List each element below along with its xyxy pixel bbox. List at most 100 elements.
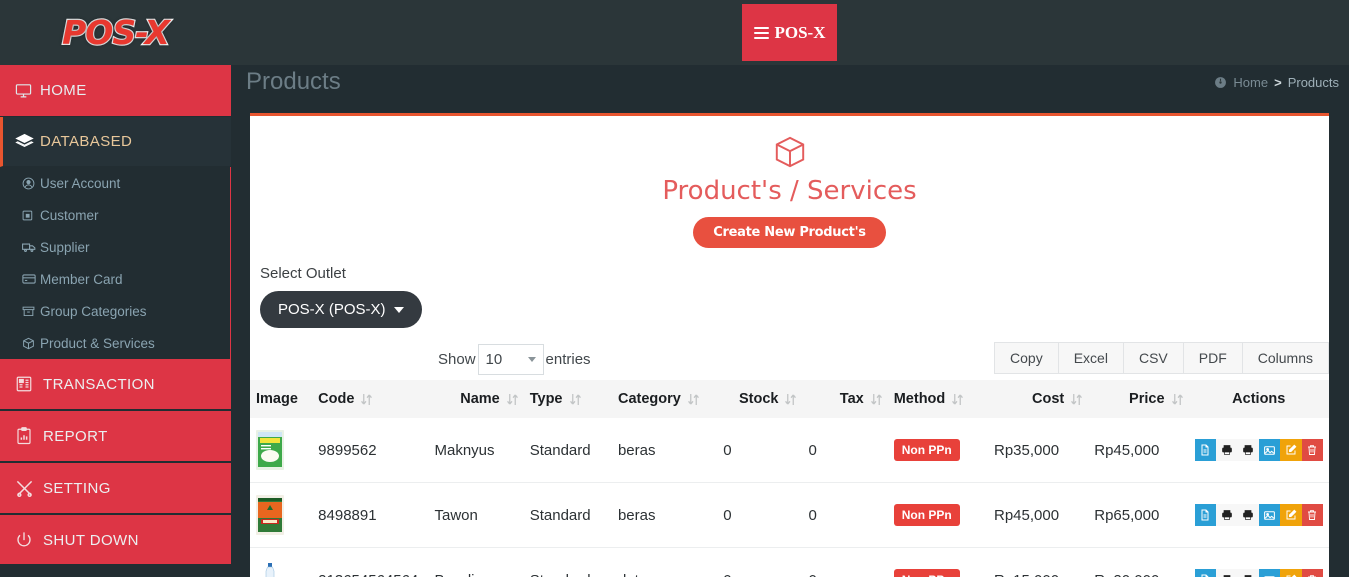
sidebar-item-member-card[interactable]: Member Card (0, 263, 230, 295)
image-button[interactable] (1258, 439, 1281, 461)
status-badge: Non PPn (893, 569, 960, 577)
col-label: Method (893, 391, 946, 407)
col-label: Image (256, 391, 298, 407)
pdf-button[interactable]: PDF (1182, 342, 1242, 374)
detail-button[interactable] (1194, 439, 1216, 461)
col-label: Actions (1232, 391, 1286, 407)
print-label-button[interactable] (1237, 569, 1259, 577)
sidebar-item-report[interactable]: REPORT (0, 411, 231, 463)
cell-code: 9899562 (312, 418, 429, 483)
show-label: Show (438, 351, 476, 368)
rice-bag-green-thumbnail[interactable] (256, 430, 306, 470)
row-action-group (1194, 569, 1323, 577)
cell-name: Tawon (428, 482, 524, 548)
detail-button[interactable] (1194, 569, 1216, 577)
columns-button[interactable]: Columns (1241, 342, 1329, 374)
col-label: Cost (1032, 391, 1065, 407)
sidebar-item-customer[interactable]: Customer (0, 199, 230, 231)
app-logo[interactable]: POS-X (0, 0, 231, 65)
sidebar-item-transaction[interactable]: TRANSACTION (0, 359, 231, 411)
sidebar-subitem-label: Customer (40, 207, 99, 223)
cell-type: Standard (523, 547, 612, 577)
breadcrumb: Home > Products (1214, 75, 1339, 90)
sidebar-item-setting[interactable]: SETTING (0, 463, 231, 515)
delete-button[interactable] (1301, 439, 1323, 461)
sidebar-subitem-label: Supplier (40, 239, 90, 255)
col-stock[interactable]: Stock (717, 380, 803, 418)
print-button[interactable] (1215, 504, 1238, 526)
sidebar-item-user-account[interactable]: User Account (0, 167, 230, 199)
card-icon (22, 272, 40, 286)
col-tax[interactable]: Tax (802, 380, 888, 418)
sort-icon (361, 393, 373, 406)
sidebar-item-home[interactable]: HOME (0, 65, 231, 117)
col-label: Stock (738, 391, 779, 407)
delete-button[interactable] (1301, 569, 1323, 577)
sidebar-item-group-categories[interactable]: Group Categories (0, 295, 230, 327)
image-button[interactable] (1258, 569, 1281, 577)
box-icon (22, 337, 40, 350)
outlet-selected-value: POS-X (POS-X) (278, 301, 386, 318)
col-name[interactable]: Name (428, 380, 524, 418)
brand-menu-label: POS-X (774, 22, 826, 42)
table-body: 9899562 Maknyus Standard beras 0 0 Non P… (250, 418, 1329, 577)
table-head: Image Code Name Type Category Stock Tax … (250, 380, 1329, 418)
copy-button[interactable]: Copy (994, 342, 1058, 374)
col-price[interactable]: Price (1088, 380, 1189, 418)
card-title: Product's / Services (662, 176, 917, 206)
export-buttons-group: Copy Excel CSV PDF Columns (994, 342, 1329, 374)
breadcrumb-current: Products (1287, 75, 1339, 90)
cell-method: Non PPn (887, 482, 988, 548)
sidebar-block-label: SHUT DOWN (43, 531, 139, 549)
edit-button[interactable] (1280, 569, 1302, 577)
edit-button[interactable] (1280, 439, 1302, 461)
table-header-row: Image Code Name Type Category Stock Tax … (250, 380, 1329, 418)
delete-button[interactable] (1301, 504, 1323, 526)
breadcrumb-home[interactable]: Home (1233, 75, 1268, 90)
col-code[interactable]: Code (312, 380, 429, 418)
cell-price: Rp45,000 (1088, 418, 1189, 483)
calculator-icon (15, 375, 43, 393)
col-cost[interactable]: Cost (987, 380, 1089, 418)
user-circle-icon (22, 177, 40, 190)
rice-bag-orange-thumbnail[interactable] (256, 495, 306, 535)
outlet-selector-group: Select Outlet POS-X (POS-X) (250, 248, 1329, 328)
sidebar-item-supplier[interactable]: Supplier (0, 231, 230, 263)
cell-image (250, 482, 313, 548)
edit-button[interactable] (1280, 504, 1302, 526)
excel-button[interactable]: Excel (1057, 342, 1123, 374)
create-new-product-button[interactable]: Create New Product's (693, 217, 886, 248)
bleach-bottle-thumbnail[interactable] (256, 560, 306, 577)
sidebar-item-product-services[interactable]: Product & Services (0, 327, 230, 359)
table-row: 213654564564 Bayclin Standard detergen 0… (250, 547, 1329, 577)
tools-icon (15, 479, 43, 498)
brand-menu-button[interactable]: POS-X (742, 4, 837, 61)
outlet-label: Select Outlet (260, 265, 346, 282)
col-category[interactable]: Category (611, 380, 718, 418)
page-title: Products (246, 68, 341, 95)
col-label: Category (617, 391, 681, 407)
entries-select[interactable]: 10 (477, 344, 544, 375)
chevron-down-icon (527, 357, 536, 362)
cell-cost: Rp15,000 (987, 547, 1089, 577)
print-button[interactable] (1215, 439, 1238, 461)
sidebar-item-databased[interactable]: DATABASED (0, 117, 231, 167)
print-label-button[interactable] (1237, 439, 1259, 461)
cell-actions (1188, 482, 1329, 548)
col-method[interactable]: Method (887, 380, 988, 418)
image-button[interactable] (1258, 504, 1281, 526)
entries-label: entries (545, 351, 591, 368)
print-button[interactable] (1215, 569, 1238, 577)
cell-type: Standard (523, 482, 612, 548)
sidebar-item-shut-down[interactable]: SHUT DOWN (0, 515, 231, 567)
col-type[interactable]: Type (523, 380, 612, 418)
detail-button[interactable] (1194, 504, 1216, 526)
print-label-button[interactable] (1237, 504, 1259, 526)
csv-button[interactable]: CSV (1122, 342, 1183, 374)
sidebar-subitem-label: User Account (40, 175, 121, 191)
sidebar-block-label: REPORT (43, 427, 108, 445)
sort-icon (569, 393, 581, 406)
sort-icon (870, 393, 882, 406)
outlet-dropdown[interactable]: POS-X (POS-X) (260, 291, 422, 328)
power-icon (15, 531, 43, 549)
